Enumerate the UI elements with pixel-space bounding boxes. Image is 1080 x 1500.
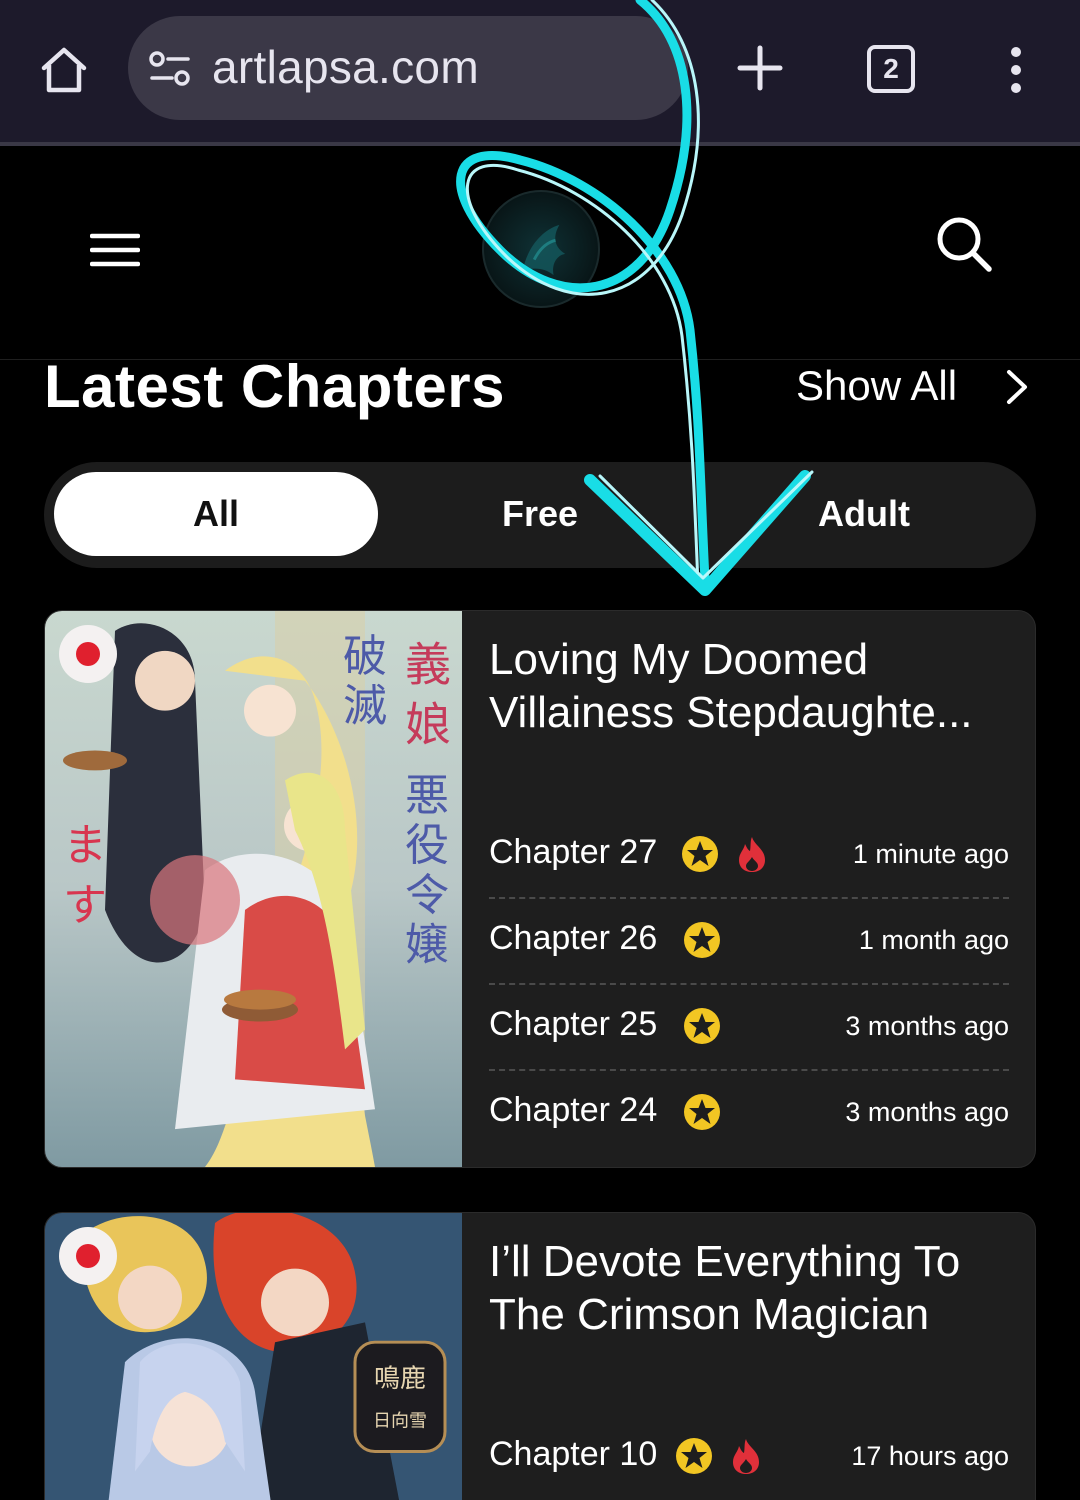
japan-flag-icon — [59, 625, 117, 683]
svg-text:す: す — [63, 880, 107, 931]
star-badge-icon — [684, 1008, 720, 1044]
star-badge-icon — [676, 1438, 712, 1474]
manga-cover-image[interactable]: 鳴鹿 日向雪 — [45, 1213, 462, 1500]
site-logo[interactable] — [482, 190, 600, 308]
fire-icon — [733, 1439, 759, 1474]
manga-title-line-1: I’ll Devote Everything To — [489, 1237, 961, 1286]
manga-cover-image[interactable]: 義 娘 破 滅 悪 役 令 嬢 ま す — [45, 611, 462, 1167]
chapter-row[interactable]: Chapter 27 1 minute ago — [489, 813, 1009, 899]
chapter-row[interactable]: Chapter 26 1 month ago — [489, 899, 1009, 985]
svg-text:義: 義 — [405, 638, 451, 692]
svg-text:悪: 悪 — [405, 770, 449, 821]
chapter-row[interactable]: Chapter 25 3 months ago — [489, 985, 1009, 1071]
chapter-label: Chapter 24 — [489, 1091, 658, 1129]
manga-card[interactable]: 鳴鹿 日向雪 I’ll Devote Everything To The Cri… — [44, 1212, 1036, 1500]
svg-text:嬢: 嬢 — [405, 920, 449, 971]
chapter-time: 3 months ago — [845, 1097, 1009, 1127]
svg-text:ま: ま — [63, 820, 107, 871]
manga-title-line-1: Loving My Doomed — [489, 635, 869, 684]
svg-text:日向雪: 日向雪 — [373, 1411, 427, 1432]
filter-tabs: All Free Adult — [44, 462, 1036, 568]
manga-title[interactable]: I’ll Devote Everything To The Crimson Ma… — [489, 1235, 1009, 1341]
chapter-label: Chapter 25 — [489, 1005, 658, 1043]
chapter-time: 3 months ago — [845, 1011, 1009, 1041]
logo-emblem-icon — [522, 224, 566, 276]
chapter-row[interactable]: Chapter 10 17 hours ago — [489, 1415, 1009, 1500]
tab-adult[interactable]: Adult — [702, 472, 1026, 556]
chapter-time: 1 minute ago — [852, 839, 1009, 869]
star-badge-icon — [682, 836, 718, 872]
svg-text:鳴鹿: 鳴鹿 — [374, 1364, 426, 1394]
japan-flag-icon — [59, 1227, 117, 1285]
search-icon[interactable] — [934, 214, 994, 274]
fire-icon — [739, 837, 765, 872]
manga-card[interactable]: 義 娘 破 滅 悪 役 令 嬢 ま す Loving My Doomed Vil… — [44, 610, 1036, 1168]
svg-text:令: 令 — [405, 870, 449, 921]
chapter-label: Chapter 27 — [489, 833, 658, 871]
chapter-label: Chapter 26 — [489, 919, 658, 957]
tab-free[interactable]: Free — [378, 472, 702, 556]
address-bar[interactable]: artlapsa.com — [128, 16, 688, 120]
chapter-label: Chapter 10 — [489, 1435, 658, 1473]
chevron-right-icon[interactable] — [1004, 368, 1030, 406]
show-all-link[interactable]: Show All — [796, 362, 957, 410]
svg-text:役: 役 — [405, 820, 449, 871]
more-menu-icon[interactable] — [1006, 46, 1026, 94]
site-header — [0, 146, 1080, 360]
chapter-time: 17 hours ago — [851, 1441, 1009, 1471]
tab-all[interactable]: All — [54, 472, 378, 556]
browser-toolbar: artlapsa.com 2 — [0, 0, 1080, 146]
manga-title[interactable]: Loving My Doomed Villainess Stepdaughte.… — [489, 633, 1009, 739]
manga-title-line-2: The Crimson Magician — [489, 1290, 930, 1339]
chapter-time: 1 month ago — [858, 925, 1009, 955]
section-title: Latest Chapters — [44, 353, 505, 420]
svg-text:娘: 娘 — [405, 698, 451, 752]
home-icon[interactable] — [38, 44, 90, 96]
url-text[interactable]: artlapsa.com — [212, 40, 479, 94]
tab-count: 2 — [883, 53, 899, 84]
svg-text:破: 破 — [343, 631, 387, 682]
cover-artwork: 義 娘 破 滅 悪 役 令 嬢 ま す — [45, 611, 462, 1167]
site-settings-icon[interactable] — [148, 50, 192, 88]
chapter-row[interactable]: Chapter 24 3 months ago — [489, 1071, 1009, 1157]
star-badge-icon — [684, 922, 720, 958]
tab-switcher-button[interactable]: 2 — [867, 45, 915, 93]
manga-title-line-2: Villainess Stepdaughte... — [489, 688, 973, 737]
hamburger-menu-icon[interactable] — [90, 232, 140, 268]
new-tab-icon[interactable] — [736, 44, 784, 92]
star-badge-icon — [684, 1094, 720, 1130]
svg-text:滅: 滅 — [343, 681, 387, 732]
